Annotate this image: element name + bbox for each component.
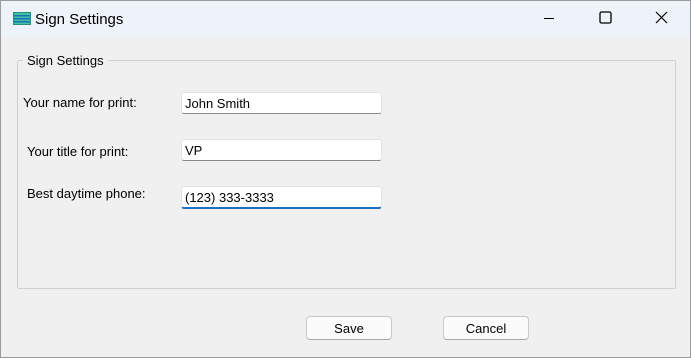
groupbox-legend: Sign Settings xyxy=(23,53,108,68)
window-title: Sign Settings xyxy=(35,11,124,28)
app-icon xyxy=(13,12,31,25)
sign-settings-window: Sign Settings Sign Settings Your name fo… xyxy=(0,0,691,358)
minimize-icon xyxy=(543,11,555,29)
title-input[interactable] xyxy=(181,139,382,161)
save-button[interactable]: Save xyxy=(306,316,392,340)
close-button[interactable] xyxy=(633,1,689,38)
close-icon xyxy=(655,11,668,29)
title-bar[interactable]: Sign Settings xyxy=(1,1,690,38)
cancel-button[interactable]: Cancel xyxy=(443,316,529,340)
name-input[interactable] xyxy=(181,92,382,114)
phone-label: Best daytime phone: xyxy=(27,186,146,201)
name-label: Your name for print: xyxy=(23,95,137,110)
title-label: Your title for print: xyxy=(27,144,129,159)
maximize-icon xyxy=(598,10,612,29)
minimize-button[interactable] xyxy=(521,1,577,38)
maximize-button[interactable] xyxy=(577,1,633,38)
phone-input[interactable] xyxy=(181,186,382,209)
